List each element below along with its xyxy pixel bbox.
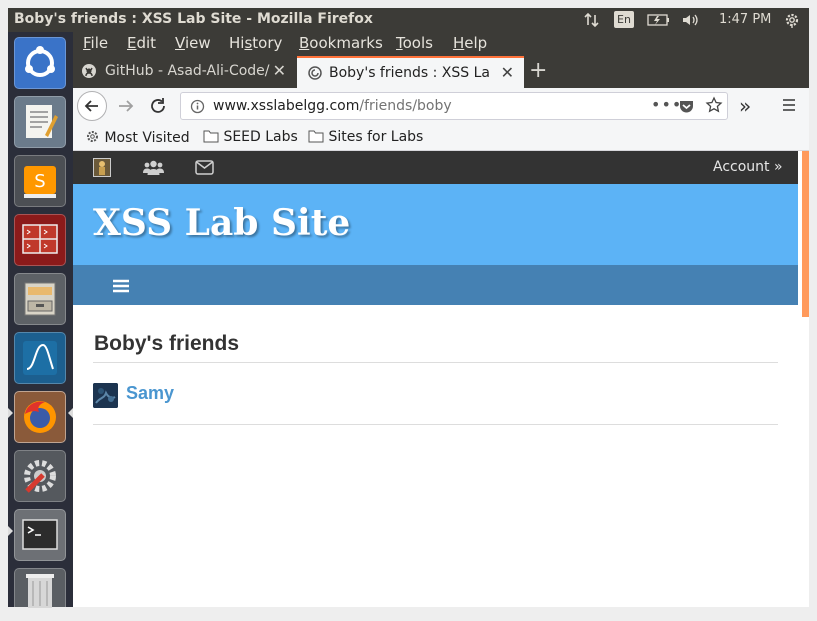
page-favicon-icon (307, 65, 323, 85)
bookmark-folder-sites-for-labs[interactable]: Sites for Labs (308, 129, 423, 145)
friends-icon[interactable] (143, 159, 164, 180)
hamburger-menu-icon[interactable] (113, 278, 129, 297)
navigation-toolbar: www.xsslabelgg.com/friends/boby ••• » (73, 88, 809, 126)
battery-icon[interactable] (647, 13, 671, 31)
close-tab-icon[interactable]: ✕ (501, 63, 514, 82)
folder-icon (203, 130, 219, 143)
account-menu[interactable]: Account » (713, 159, 783, 175)
clock[interactable]: 1:47 PM (719, 12, 771, 27)
volume-icon[interactable] (681, 12, 701, 32)
unity-launcher: S (8, 32, 73, 608)
envelope-icon[interactable] (195, 160, 214, 179)
pocket-icon[interactable] (678, 98, 695, 119)
file-manager-icon[interactable] (14, 273, 66, 325)
site-title[interactable]: XSS Lab Site (93, 202, 350, 244)
bookmarks-toolbar: Most Visited SEED Labs Sites for Labs (73, 126, 809, 151)
menu-help[interactable]: Help (453, 34, 487, 52)
keyboard-language-indicator[interactable]: En (614, 11, 634, 28)
bookmark-star-icon[interactable] (705, 96, 723, 118)
chevron-right-icon: » (773, 159, 783, 175)
site-top-navbar: Account » (73, 151, 798, 184)
window-title: Boby's friends : XSS Lab Site - Mozilla … (14, 11, 373, 27)
new-tab-plus-icon[interactable]: + (529, 58, 547, 83)
terminal-running-indicator (8, 526, 13, 536)
sublime-text-icon[interactable]: S (14, 155, 66, 207)
bookmark-most-visited[interactable]: Most Visited (85, 129, 190, 146)
back-arrow-icon[interactable] (77, 91, 107, 121)
tab-title: Boby's friends : XSS Lab (329, 65, 489, 81)
url-text[interactable]: www.xsslabelgg.com/friends/boby (213, 98, 452, 114)
close-tab-icon[interactable]: ✕ (273, 61, 286, 80)
menu-file[interactable]: File (83, 34, 108, 52)
web-page: Account » XSS Lab Site Boby's friends Sa… (73, 151, 809, 607)
page-title: Boby's friends (94, 332, 240, 355)
menu-tools[interactable]: Tools (396, 34, 433, 52)
settings-icon[interactable] (14, 450, 66, 502)
menu-edit[interactable]: Edit (127, 34, 156, 52)
overflow-chevron-icon[interactable]: » (739, 94, 751, 118)
reload-icon[interactable] (146, 94, 170, 122)
terminal-icon[interactable] (14, 509, 66, 561)
divider (93, 424, 778, 425)
tab-title: GitHub - Asad-Ali-Code/ (105, 63, 270, 79)
system-top-panel: Boby's friends : XSS Lab Site - Mozilla … (8, 8, 809, 32)
ubuntu-dash-icon[interactable] (14, 37, 66, 89)
friend-avatar[interactable] (93, 383, 118, 408)
info-icon[interactable] (190, 99, 205, 118)
gear-icon[interactable] (783, 11, 801, 33)
divider (93, 362, 778, 363)
menu-view[interactable]: View (175, 34, 211, 52)
folder-icon (308, 130, 324, 143)
forward-arrow-icon[interactable] (113, 93, 139, 123)
menu-history[interactable]: History (229, 34, 282, 52)
url-bar[interactable]: www.xsslabelgg.com/friends/boby ••• (180, 92, 728, 120)
user-avatar[interactable] (93, 158, 111, 177)
site-header: XSS Lab Site (73, 184, 798, 265)
tab-github[interactable]: GitHub - Asad-Ali-Code/ ✕ (73, 56, 296, 88)
site-menu-bar (73, 265, 798, 305)
tab-bar: GitHub - Asad-Ali-Code/ ✕ Boby's friends… (73, 54, 809, 88)
firefox-running-indicator (8, 408, 73, 418)
gear-icon (87, 131, 98, 142)
svg-text:S: S (34, 171, 45, 192)
wireshark-icon[interactable] (14, 332, 66, 384)
menu-bookmarks[interactable]: Bookmarks (299, 34, 383, 52)
network-arrows-icon[interactable] (584, 12, 600, 32)
tab-bobys-friends[interactable]: Boby's friends : XSS Lab ✕ (297, 56, 524, 88)
hamburger-menu-icon[interactable] (781, 97, 797, 117)
scrollbar-thumb[interactable] (802, 151, 809, 317)
firefox-menubar: File Edit View History Bookmarks Tools H… (73, 32, 809, 54)
bookmark-folder-seed-labs[interactable]: SEED Labs (203, 129, 298, 145)
github-icon (81, 63, 97, 83)
text-editor-icon[interactable] (14, 96, 66, 148)
terminal-split-icon[interactable] (14, 214, 66, 266)
friend-name-link[interactable]: Samy (126, 383, 174, 404)
trash-icon[interactable] (14, 568, 66, 608)
